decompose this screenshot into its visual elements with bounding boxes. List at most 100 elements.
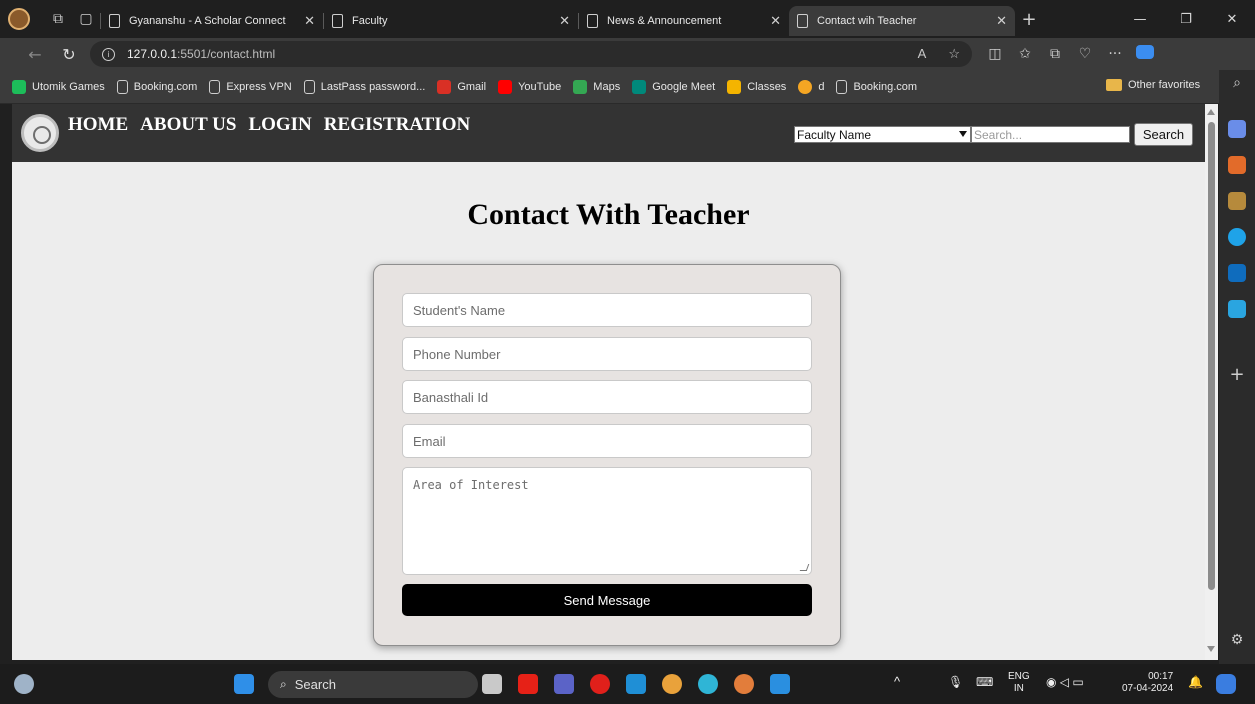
new-tab-icon[interactable]: + <box>1015 5 1043 33</box>
games-icon[interactable] <box>1228 192 1246 210</box>
utomik-icon <box>12 79 26 94</box>
fav-expressvpn[interactable]: Express VPN <box>209 79 292 94</box>
fav-booking[interactable]: Booking.com <box>116 79 198 94</box>
youtube-app-icon[interactable] <box>518 674 538 694</box>
nav-home[interactable]: HOME <box>68 114 128 136</box>
copilot-taskbar-icon[interactable] <box>1216 674 1236 694</box>
favorites-icon[interactable]: ✩ <box>1010 46 1040 62</box>
taskbar-search[interactable]: ⌕ Search <box>268 671 478 698</box>
d-icon <box>798 79 813 94</box>
other-favorites[interactable]: Other favorites <box>1106 79 1200 91</box>
chrome-icon[interactable] <box>662 674 682 694</box>
tab-faculty[interactable]: Faculty ✕ <box>324 6 578 36</box>
shopping-icon[interactable] <box>1228 120 1246 138</box>
fav-maps[interactable]: Maps <box>573 79 620 94</box>
windows-start-icon[interactable] <box>234 674 254 694</box>
page-scrollbar[interactable] <box>1205 104 1218 660</box>
page-icon <box>332 14 343 28</box>
edge-copilot-icon[interactable] <box>1130 45 1160 63</box>
network-sound-battery-icon[interactable]: ◉ ◁ ▭ <box>1046 676 1084 688</box>
weather-icon[interactable] <box>14 674 34 694</box>
close-tab-icon[interactable]: ✕ <box>551 13 570 29</box>
fav-gmail[interactable]: Gmail <box>437 79 486 94</box>
search-category-select[interactable]: Faculty Name <box>794 126 971 143</box>
chrome-profile-icon[interactable] <box>734 674 754 694</box>
back-icon[interactable]: ← <box>18 39 52 69</box>
tab-actions-icon[interactable]: ▢ <box>72 5 100 33</box>
keyboard-icon[interactable]: ⌨ <box>976 676 993 688</box>
site-header: HOME ABOUT US LOGIN REGISTRATION Faculty… <box>12 104 1205 162</box>
scroll-thumb[interactable] <box>1208 122 1215 590</box>
youtube-icon <box>498 79 513 94</box>
task-view-icon[interactable] <box>482 674 502 694</box>
scroll-down-icon[interactable] <box>1207 646 1215 652</box>
scroll-up-icon[interactable] <box>1207 109 1215 115</box>
site-logo[interactable] <box>21 114 59 152</box>
resize-handle[interactable] <box>799 564 810 571</box>
email-field[interactable]: Email <box>402 424 812 458</box>
outlook-icon[interactable] <box>1228 264 1246 282</box>
close-window-icon[interactable]: ✕ <box>1209 0 1255 38</box>
refresh-icon[interactable]: ↻ <box>52 39 86 69</box>
send-message-button[interactable]: Send Message <box>402 584 812 616</box>
fav-d[interactable]: d <box>798 79 824 94</box>
workspaces-icon[interactable]: ⧉ <box>44 5 72 33</box>
fav-youtube[interactable]: YouTube <box>498 79 561 94</box>
fav-classes[interactable]: Classes <box>727 79 786 94</box>
tools-icon[interactable] <box>1228 156 1246 174</box>
nav-registration[interactable]: REGISTRATION <box>324 114 470 136</box>
fav-booking-2[interactable]: Booking.com <box>836 79 917 94</box>
close-tab-icon[interactable]: ✕ <box>296 13 315 29</box>
fav-label: Booking.com <box>133 80 198 93</box>
info-icon[interactable]: i <box>102 47 115 61</box>
banasthali-id-field[interactable]: Banasthali Id <box>402 380 812 414</box>
restore-icon[interactable]: ❐ <box>1163 0 1209 38</box>
minimize-icon[interactable]: — <box>1117 0 1163 38</box>
page-icon <box>836 79 848 94</box>
search-icon[interactable]: ⌕ <box>1228 75 1246 93</box>
tab-news[interactable]: News & Announcement ✕ <box>579 6 789 36</box>
tab-home[interactable]: Gyananshu - A Scholar Connect ✕ <box>101 6 323 36</box>
read-aloud-icon[interactable]: A <box>918 46 927 62</box>
tray-chevron-icon[interactable]: ^ <box>894 675 900 688</box>
url-field[interactable]: i 127.0.0.1 :5501/contact.html A ☆ <box>90 41 972 67</box>
taskbar-search-label: Search <box>294 677 336 692</box>
gmail-icon <box>437 79 452 94</box>
mic-icon[interactable]: 🎙 <box>948 676 963 688</box>
fav-utomik[interactable]: Utomik Games <box>12 79 105 94</box>
nav-login[interactable]: LOGIN <box>248 114 311 136</box>
copilot-icon[interactable]: ♡ <box>1070 46 1100 62</box>
teams-icon[interactable] <box>554 674 574 694</box>
close-tab-icon[interactable]: ✕ <box>762 13 781 29</box>
vscode-icon[interactable] <box>770 674 790 694</box>
settings-gear-icon[interactable]: ⚙ <box>1228 632 1246 650</box>
phone-field[interactable]: Phone Number <box>402 337 812 371</box>
time-label: 00:17 <box>1148 671 1174 682</box>
clock[interactable]: 00:17 07-04-2024 <box>1122 671 1173 695</box>
fav-google-meet[interactable]: Google Meet <box>632 79 715 94</box>
search-input[interactable]: Search... <box>971 126 1130 143</box>
language-indicator[interactable]: ENG IN <box>1008 671 1030 695</box>
split-screen-icon[interactable]: ◫ <box>980 46 1010 62</box>
tab-title: Faculty <box>352 15 388 27</box>
page-viewport: HOME ABOUT US LOGIN REGISTRATION Faculty… <box>12 104 1205 660</box>
opera-icon[interactable] <box>590 674 610 694</box>
fav-lastpass[interactable]: LastPass password... <box>303 79 425 94</box>
address-bar-row: ← ↻ i 127.0.0.1 :5501/contact.html A ☆ ◫… <box>0 38 1255 70</box>
notification-bell-icon[interactable]: 🔔 <box>1188 676 1203 688</box>
telegram-icon[interactable] <box>1228 300 1246 318</box>
collections-icon[interactable]: ⧉ <box>1040 46 1070 62</box>
favorite-star-icon[interactable]: ☆ <box>948 46 960 62</box>
edge-icon[interactable] <box>698 674 718 694</box>
area-of-interest-field[interactable]: Area of Interest <box>402 467 812 575</box>
search-button[interactable]: Search <box>1134 123 1193 146</box>
student-name-field[interactable]: Student's Name <box>402 293 812 327</box>
desktop-icon[interactable] <box>626 674 646 694</box>
nav-about-us[interactable]: ABOUT US <box>140 114 236 136</box>
more-menu-icon[interactable]: ··· <box>1100 46 1130 62</box>
tab-contact[interactable]: Contact wih Teacher ✕ <box>789 6 1015 36</box>
profile-avatar[interactable] <box>8 8 30 30</box>
close-tab-icon[interactable]: ✕ <box>988 13 1007 29</box>
copilot-side-icon[interactable] <box>1228 228 1246 246</box>
add-icon[interactable]: + <box>1228 366 1246 384</box>
